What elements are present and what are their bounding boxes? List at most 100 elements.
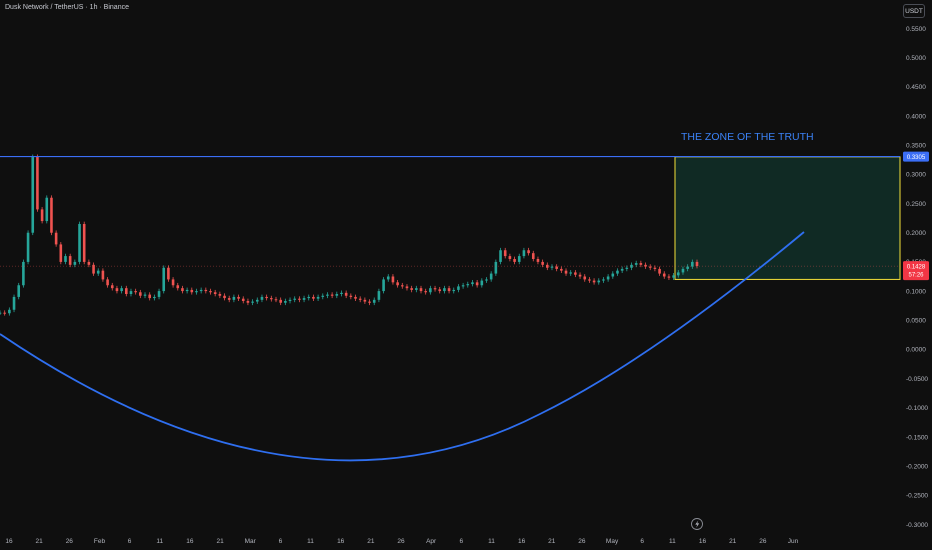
candle-body (176, 285, 180, 289)
y-tick-label: -0.2000 (906, 463, 928, 470)
x-tick-label: 6 (640, 538, 644, 545)
y-tick-label: 0.2500 (906, 201, 926, 208)
candle-body (270, 298, 273, 300)
candle-body (167, 267, 170, 280)
candle-body (316, 296, 320, 299)
candle-body (330, 294, 334, 296)
candle-body (227, 298, 231, 300)
candle-body (391, 276, 395, 283)
x-tick-label: Mar (245, 538, 257, 545)
candle-body (592, 280, 596, 283)
candle-body (611, 273, 615, 277)
candle-body (438, 289, 442, 292)
candle-body (555, 266, 558, 269)
candle-body (96, 270, 100, 274)
x-tick-label: 6 (279, 538, 283, 545)
candle-body (676, 272, 680, 276)
candle-body (110, 285, 114, 289)
candle-body (68, 256, 72, 265)
candle-body (40, 209, 44, 222)
x-tick-label: Apr (426, 538, 437, 545)
candle-body (541, 261, 544, 265)
candle-body (274, 299, 278, 301)
candle-body (101, 270, 105, 280)
candle-body (157, 291, 161, 297)
candle-body (494, 261, 498, 274)
zone-label: THE ZONE OF THE TRUTH (681, 131, 814, 143)
candle-body (513, 258, 516, 262)
candle-body (22, 261, 25, 286)
candle-body (522, 250, 526, 257)
candle-body (578, 274, 582, 277)
y-tick-label: 0.0000 (906, 347, 926, 354)
x-tick-label: 26 (578, 538, 586, 545)
y-tick-label: -0.2500 (906, 493, 928, 500)
candle-body (185, 289, 189, 292)
candle-body (31, 156, 35, 233)
candle-body (419, 288, 423, 292)
candle-body (531, 253, 535, 259)
candle-body (162, 267, 166, 292)
candle-body (620, 268, 624, 271)
zone-rectangle (674, 156, 901, 280)
candle-body (485, 279, 488, 281)
x-tick-label: 16 (518, 538, 526, 545)
candle-body (307, 296, 311, 299)
candle-body (251, 301, 254, 303)
candle-body (153, 296, 156, 299)
candle-body (499, 250, 502, 262)
candle-body (653, 267, 657, 269)
candle-body (106, 279, 109, 286)
y-tick-label: 0.1000 (906, 288, 926, 295)
candle-body (536, 258, 540, 262)
candle-body (218, 294, 222, 296)
candle-body (3, 312, 6, 314)
candle-body (190, 289, 194, 293)
candle-body (213, 292, 217, 295)
candle-body (209, 291, 212, 293)
candle-body (265, 296, 268, 299)
candle-body (564, 270, 568, 274)
candle-body (443, 288, 446, 292)
candle-body (517, 256, 521, 262)
lightning-icon[interactable] (691, 518, 703, 530)
candle-body (139, 292, 142, 296)
candle-body (232, 296, 236, 300)
candle-body (648, 266, 652, 268)
candle-body (171, 279, 175, 286)
candle-body (560, 268, 563, 271)
y-tick-label: -0.1500 (906, 434, 928, 441)
candle-body (583, 276, 587, 280)
price-chart[interactable]: THE ZONE OF THE TRUTH 0.5500 0.5000 0.4500… (0, 0, 932, 550)
candle-body (382, 279, 385, 292)
candle-body (386, 276, 390, 280)
x-tick-label: 11 (156, 538, 163, 545)
candle-body (471, 282, 474, 285)
candle-body (415, 288, 418, 290)
candle-body (82, 223, 86, 262)
candle-body (321, 295, 325, 297)
candle-body (87, 261, 91, 265)
candle-body (400, 285, 404, 287)
y-tick-label: 0.0500 (906, 318, 926, 325)
candle-body (358, 298, 362, 300)
candle-body (686, 266, 689, 269)
x-tick-label: 11 (669, 538, 676, 545)
x-tick-label: 6 (459, 538, 463, 545)
candle-body (457, 286, 460, 290)
candle-body (447, 288, 451, 292)
y-tick-label: 0.4000 (906, 113, 926, 120)
candle-body (480, 280, 484, 286)
candle-body (503, 250, 507, 257)
candle-body (335, 294, 339, 296)
candle-body (349, 295, 353, 297)
candle-body (8, 309, 11, 314)
candle-body (0, 312, 2, 314)
candle-body (466, 284, 470, 286)
x-tick-label: 11 (307, 538, 314, 545)
x-tick-label: 11 (488, 538, 495, 545)
candle-body (634, 263, 638, 265)
candle-body (429, 288, 432, 293)
countdown-text: 57:26 (908, 273, 924, 279)
candle-body (695, 261, 699, 266)
